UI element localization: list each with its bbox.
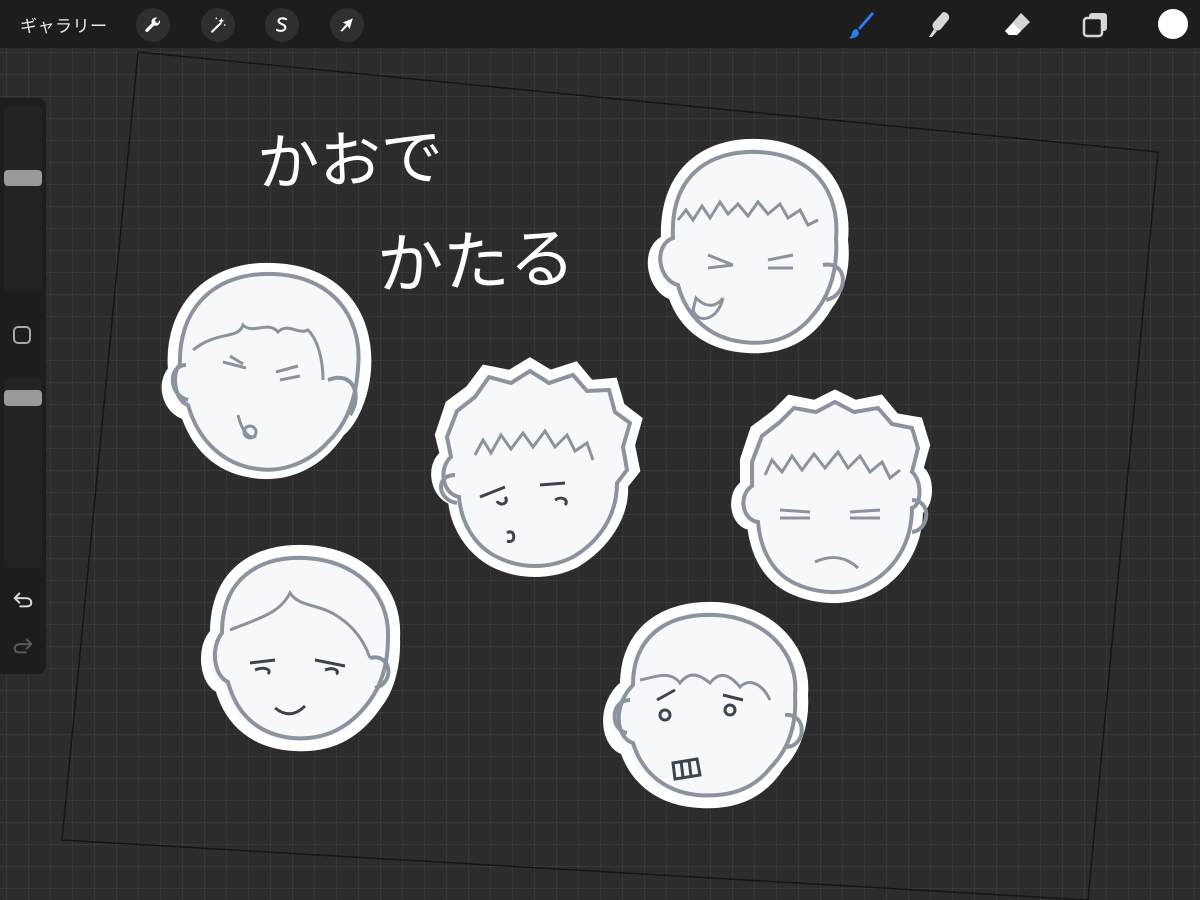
undo-icon [13, 592, 33, 608]
redo-button[interactable] [10, 634, 36, 656]
redo-icon [13, 638, 33, 654]
color-picker-button[interactable] [1158, 9, 1188, 39]
brush-size-thumb[interactable] [4, 170, 42, 186]
top-toolbar: ギャラリー [0, 0, 1200, 48]
opacity-slider[interactable] [4, 378, 42, 568]
drawing-canvas[interactable]: かおで かたる [0, 0, 1200, 900]
actions-button[interactable] [136, 8, 170, 42]
eraser-tool-button[interactable] [998, 6, 1036, 44]
arrow-cursor-icon [340, 18, 353, 32]
gallery-button[interactable]: ギャラリー [20, 12, 108, 37]
face-sticker-1 [161, 262, 372, 480]
face-sticker-3 [431, 357, 643, 577]
smudge-tool-button[interactable] [920, 6, 958, 44]
adjustments-button[interactable] [201, 8, 235, 42]
eraser-icon [1005, 13, 1030, 35]
layers-button[interactable] [1076, 6, 1114, 44]
title-line-1: かおで [256, 121, 444, 200]
selection-button[interactable] [265, 8, 299, 42]
brush-tool-button[interactable] [842, 6, 880, 44]
procreate-app: かおで かたる ギャラリー [0, 0, 1200, 900]
smudge-icon [929, 12, 950, 37]
magic-wand-icon [211, 17, 226, 33]
wrench-icon [145, 17, 160, 32]
layers-icon [1082, 13, 1107, 38]
selection-s-icon [275, 17, 288, 32]
undo-button[interactable] [10, 588, 36, 610]
title-line-2: かたる [376, 220, 577, 304]
left-sidebar [0, 98, 46, 674]
transform-button[interactable] [330, 8, 364, 42]
face-sticker-5 [200, 544, 401, 752]
face-sticker-6 [603, 601, 809, 809]
brush-icon [848, 12, 874, 39]
face-sticker-4 [731, 389, 932, 603]
modify-button[interactable] [13, 326, 31, 344]
face-sticker-2 [647, 138, 849, 354]
brush-size-slider[interactable] [4, 106, 42, 290]
opacity-thumb[interactable] [4, 390, 42, 406]
